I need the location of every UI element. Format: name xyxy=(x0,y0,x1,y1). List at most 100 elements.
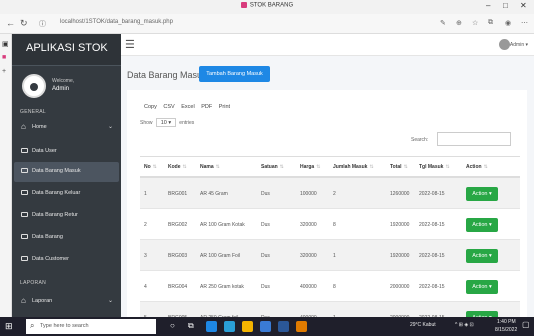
home-icon: ⌂ xyxy=(21,122,26,131)
cell-total: 1260000 xyxy=(390,191,410,197)
copy-button[interactable]: Copy xyxy=(144,104,157,110)
welcome-text: Welcome, xyxy=(52,78,75,84)
clock-time[interactable]: 1:40 PM xyxy=(497,319,516,325)
sidebar-item-label: Data Barang Masuk xyxy=(32,168,81,174)
zoom-icon[interactable]: ⊕ xyxy=(456,19,462,27)
table-header: No ⇅ Kode ⇅ Nama ⇅ Satuan ⇅ Harga ⇅ Jumlah Ma… xyxy=(140,156,520,178)
action-button[interactable]: Action ▾ xyxy=(466,280,498,294)
xampp-icon[interactable] xyxy=(296,321,307,332)
csv-button[interactable]: CSV xyxy=(163,104,174,110)
favorite-icon[interactable]: ☆ xyxy=(472,19,478,27)
sidebar: APLIKASI STOK Welcome, Admin GENERAL ⌂ H… xyxy=(12,34,121,317)
section-general: GENERAL xyxy=(20,109,46,115)
cell-jumlah: 2 xyxy=(333,191,336,197)
col-harga[interactable]: Harga ⇅ xyxy=(300,164,320,170)
table-row: 2 BRG002 AR 100 Gram Kotak Dus 320000 8 … xyxy=(140,209,520,240)
file-explorer-icon[interactable] xyxy=(242,321,253,332)
sidebar-item-data-user[interactable]: Data User xyxy=(14,142,119,162)
taskbar-search[interactable]: ⌕ Type here to search xyxy=(26,319,156,334)
action-button[interactable]: Action ▾ xyxy=(466,249,498,263)
user-name: Admin xyxy=(52,86,70,92)
tab-title[interactable]: STOK BARANG xyxy=(0,2,534,9)
cell-no: 3 xyxy=(144,253,147,259)
col-total-label: Total xyxy=(390,164,402,170)
action-button[interactable]: Action ▾ xyxy=(466,218,498,232)
edge-icon[interactable] xyxy=(206,321,217,332)
cell-satuan: Dus xyxy=(261,222,270,228)
show-entries: Show 10 ▾ entries xyxy=(140,118,194,127)
sidebar-item-data-barang[interactable]: Data Barang xyxy=(14,228,119,248)
col-action[interactable]: Action ⇅ xyxy=(466,164,488,170)
cell-satuan: Dus xyxy=(261,253,270,259)
weather-status[interactable]: 29°C Kabut xyxy=(410,322,436,328)
monitor-icon xyxy=(21,190,28,195)
back-icon[interactable]: ← xyxy=(6,18,15,28)
search-icon: ⌕ xyxy=(30,321,35,330)
entries-select[interactable]: 10 ▾ xyxy=(155,118,176,127)
menu-icon[interactable]: ☰ xyxy=(125,38,135,51)
col-no[interactable]: No ⇅ xyxy=(144,164,157,170)
refresh-icon[interactable]: ↻ xyxy=(20,18,28,29)
clock-date[interactable]: 8/15/2022 xyxy=(495,327,517,333)
sidebar-item-data-barang-masuk[interactable]: Data Barang Masuk xyxy=(14,162,119,182)
monitor-icon xyxy=(21,168,28,173)
collections-icon[interactable]: ⧉ xyxy=(488,19,493,27)
sidebar-item-home[interactable]: ⌂ Home ⌄ xyxy=(14,118,119,138)
store-icon[interactable] xyxy=(224,321,235,332)
minimize-button[interactable]: – xyxy=(486,1,490,10)
more-icon[interactable]: ⋯ xyxy=(521,19,528,27)
cell-no: 4 xyxy=(144,284,147,290)
windows-start-icon[interactable]: ⊞ xyxy=(5,321,13,332)
url-field[interactable]: localhost/1STOK/data_barang_masuk.php xyxy=(60,19,173,25)
col-nama[interactable]: Nama ⇅ xyxy=(200,164,220,170)
col-tgl-masuk[interactable]: Tgl Masuk ⇅ xyxy=(419,164,450,170)
mail-icon[interactable] xyxy=(260,321,271,332)
maximize-button[interactable]: □ xyxy=(503,1,508,10)
sidebar-item-laporan[interactable]: ⌂ Laporan ⌄ xyxy=(14,292,119,312)
monitor-icon xyxy=(21,212,28,217)
sidebar-item-data-customer[interactable]: Data Customer xyxy=(14,250,119,270)
table-row: 4 BRG004 AR 250 Gram kotak Dus 400000 8 … xyxy=(140,271,520,302)
col-total[interactable]: Total ⇅ xyxy=(390,164,408,170)
brand[interactable]: APLIKASI STOK xyxy=(12,34,121,66)
read-aloud-icon[interactable]: ✎ xyxy=(440,19,446,27)
user-panel: Welcome, Admin xyxy=(12,70,121,104)
print-button[interactable]: Print xyxy=(219,104,230,110)
notification-icon[interactable]: ▢ xyxy=(522,320,530,329)
chevron-down-icon: ⌄ xyxy=(107,298,113,304)
cortana-icon[interactable]: ○ xyxy=(170,321,181,332)
brand-title: APLIKASI STOK xyxy=(26,42,108,54)
system-tray-icons[interactable]: ^ ⊞ ◈ ⊡ xyxy=(455,322,474,328)
col-satuan[interactable]: Satuan ⇅ xyxy=(261,164,284,170)
sidebar-item-label: Data Barang Retur xyxy=(32,212,78,218)
sidebar-item-label: Home xyxy=(32,124,47,130)
col-kode[interactable]: Kode ⇅ xyxy=(168,164,187,170)
sidebar-item-data-barang-retur[interactable]: Data Barang Retur xyxy=(14,206,119,226)
close-window-button[interactable]: ✕ xyxy=(520,1,527,10)
task-view-icon[interactable]: ⧉ xyxy=(188,321,199,332)
search-input[interactable] xyxy=(437,132,511,146)
sidebar-item-label: Data User xyxy=(32,148,57,154)
table-row: 3 BRG003 AR 100 Gram Foil Dus 320000 1 1… xyxy=(140,240,520,271)
admin-menu[interactable]: Admin ▾ xyxy=(510,42,528,48)
cell-total: 2000000 xyxy=(390,284,410,290)
pdf-button[interactable]: PDF xyxy=(201,104,212,110)
table-row: 1 BRG001 AR 45 Gram Dus 100000 2 1260000… xyxy=(140,178,520,209)
tab-actions-icon[interactable]: ▣ xyxy=(2,40,9,48)
excel-button[interactable]: Excel xyxy=(181,104,194,110)
open-tab-icon[interactable]: ■ xyxy=(2,54,6,61)
data-table: No ⇅ Kode ⇅ Nama ⇅ Satuan ⇅ Harga ⇅ Jumlah Ma… xyxy=(140,156,520,333)
sidebar-item-data-barang-keluar[interactable]: Data Barang Keluar xyxy=(14,184,119,204)
taskbar-search-placeholder: Type here to search xyxy=(40,323,89,329)
profile-icon[interactable]: ◉ xyxy=(505,19,511,27)
admin-avatar[interactable] xyxy=(499,39,510,50)
action-button[interactable]: Action ▾ xyxy=(466,187,498,201)
new-tab-icon[interactable]: + xyxy=(2,68,6,75)
top-navbar: ☰ Admin ▾ xyxy=(121,34,534,56)
cell-kode: BRG003 xyxy=(168,253,188,259)
col-jumlah-masuk[interactable]: Jumlah Masuk ⇅ xyxy=(333,164,374,170)
sidebar-item-label: Laporan xyxy=(32,298,53,304)
add-barang-masuk-button[interactable]: Tambah Barang Masuk xyxy=(199,66,270,82)
taskbar: ⊞ ⌕ Type here to search ○ ⧉ 29°C Kabut ^… xyxy=(0,317,534,336)
vscode-icon[interactable] xyxy=(278,321,289,332)
